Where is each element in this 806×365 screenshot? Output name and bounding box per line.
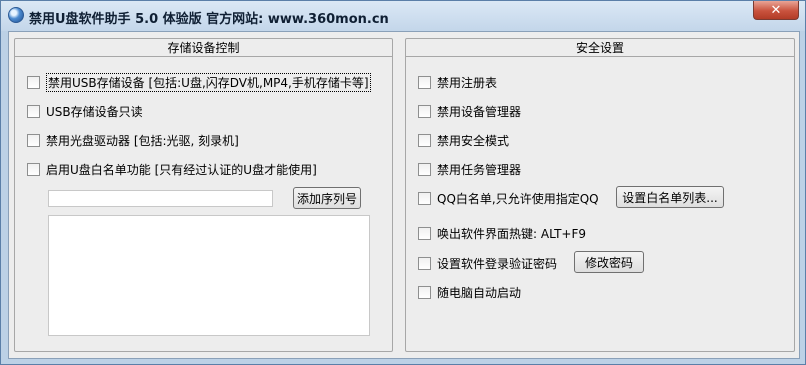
option-disable-registry[interactable]: 禁用注册表 bbox=[418, 73, 497, 91]
option-auto-start[interactable]: 随电脑自动启动 bbox=[418, 283, 521, 301]
close-icon: ✕ bbox=[770, 2, 782, 18]
storage-panel-title: 存储设备控制 bbox=[15, 39, 392, 57]
add-serial-button[interactable]: 添加序列号 bbox=[293, 187, 361, 209]
close-button[interactable]: ✕ bbox=[753, 1, 799, 20]
option-enable-usb-whitelist[interactable]: 启用U盘白名单功能 [只有经过认证的U盘才能使用] bbox=[27, 160, 317, 178]
checkbox[interactable] bbox=[27, 162, 40, 176]
add-serial-label: 添加序列号 bbox=[296, 191, 357, 206]
option-label: 启用U盘白名单功能 [只有经过认证的U盘才能使用] bbox=[46, 162, 317, 177]
option-label: 禁用安全模式 bbox=[437, 133, 510, 148]
window-title: 禁用U盘软件助手 5.0 体验版 官方网站: www.360mon.cn bbox=[29, 12, 389, 27]
option-label: 禁用USB存储设备 [包括:U盘,闪存DV机,MP4,手机存储卡等] bbox=[46, 72, 371, 92]
checkbox[interactable] bbox=[418, 226, 431, 240]
client-area: 存储设备控制 禁用USB存储设备 [包括:U盘,闪存DV机,MP4,手机存储卡等… bbox=[8, 31, 800, 359]
option-qq-whitelist[interactable]: QQ白名单,只允许使用指定QQ bbox=[418, 189, 599, 207]
checkbox[interactable] bbox=[418, 104, 431, 118]
option-usb-read-only[interactable]: USB存储设备只读 bbox=[27, 102, 143, 120]
change-password-label: 修改密码 bbox=[584, 255, 633, 270]
option-label: 禁用设备管理器 bbox=[437, 104, 522, 119]
checkbox[interactable] bbox=[418, 133, 431, 147]
option-disable-device-manager[interactable]: 禁用设备管理器 bbox=[418, 102, 521, 120]
change-password-button[interactable]: 修改密码 bbox=[574, 251, 644, 273]
checkbox[interactable] bbox=[418, 162, 431, 176]
storage-control-panel: 存储设备控制 禁用USB存储设备 [包括:U盘,闪存DV机,MP4,手机存储卡等… bbox=[14, 38, 393, 352]
option-label: 禁用注册表 bbox=[437, 75, 498, 90]
title-bar[interactable]: 禁用U盘软件助手 5.0 体验版 官方网站: www.360mon.cn ✕ bbox=[1, 1, 805, 31]
option-label: 禁用光盘驱动器 [包括:光驱, 刻录机] bbox=[46, 133, 239, 148]
option-hotkey[interactable]: 唤出软件界面热键: ALT+F9 bbox=[418, 224, 586, 242]
checkbox[interactable] bbox=[418, 285, 431, 299]
option-label: QQ白名单,只允许使用指定QQ bbox=[437, 191, 599, 206]
checkbox[interactable] bbox=[27, 133, 40, 147]
option-label: USB存储设备只读 bbox=[46, 104, 143, 119]
checkbox[interactable] bbox=[418, 191, 431, 205]
checkbox[interactable] bbox=[418, 256, 431, 270]
checkbox[interactable] bbox=[418, 75, 431, 89]
whitelist-listbox[interactable] bbox=[48, 215, 370, 336]
serial-number-input[interactable] bbox=[48, 190, 273, 207]
option-label: 设置软件登录验证密码 bbox=[437, 256, 558, 271]
app-logo-icon bbox=[8, 7, 24, 23]
checkbox[interactable] bbox=[27, 75, 40, 89]
option-disable-optical-drive[interactable]: 禁用光盘驱动器 [包括:光驱, 刻录机] bbox=[27, 131, 239, 149]
set-whitelist-button[interactable]: 设置白名单列表... bbox=[616, 186, 724, 208]
option-label: 随电脑自动启动 bbox=[437, 285, 522, 300]
checkbox[interactable] bbox=[27, 104, 40, 118]
option-disable-task-manager[interactable]: 禁用任务管理器 bbox=[418, 160, 521, 178]
app-window: 禁用U盘软件助手 5.0 体验版 官方网站: www.360mon.cn ✕ 存… bbox=[0, 0, 806, 365]
option-label: 禁用任务管理器 bbox=[437, 162, 522, 177]
option-login-password[interactable]: 设置软件登录验证密码 bbox=[418, 254, 557, 272]
option-disable-usb-storage[interactable]: 禁用USB存储设备 [包括:U盘,闪存DV机,MP4,手机存储卡等] bbox=[27, 72, 371, 92]
security-settings-panel: 安全设置 禁用注册表 禁用设备管理器 禁用安全模式 禁用任务管理器 QQ白名单,… bbox=[405, 38, 795, 352]
security-panel-title: 安全设置 bbox=[406, 39, 794, 57]
option-label: 唤出软件界面热键: ALT+F9 bbox=[437, 226, 587, 241]
set-whitelist-label: 设置白名单列表... bbox=[622, 190, 718, 205]
option-disable-safe-mode[interactable]: 禁用安全模式 bbox=[418, 131, 509, 149]
